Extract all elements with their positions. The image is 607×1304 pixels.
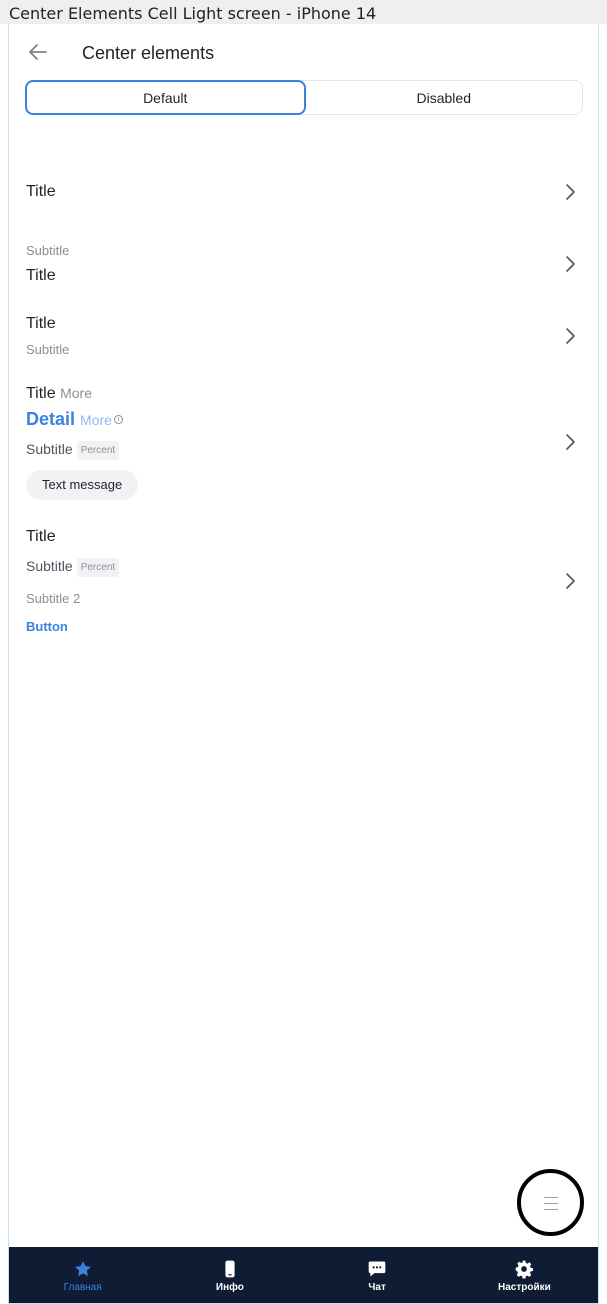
tab-label: Инфо <box>215 1282 244 1293</box>
cell-subtitle: Subtitle <box>26 342 70 357</box>
tab-label: Главная <box>63 1282 102 1293</box>
tab-label: Чат <box>368 1282 386 1293</box>
cell-action-button[interactable]: Button <box>26 619 68 634</box>
title-more-link[interactable]: More <box>60 385 92 401</box>
cell-subtitle: Subtitle <box>26 441 73 457</box>
device-screen: Center elements Default Disabled Title S… <box>8 24 599 1304</box>
chevron-right-icon <box>566 184 575 200</box>
chevron-right-icon <box>566 434 575 450</box>
tab-label: Настройки <box>497 1282 551 1293</box>
header: Center elements <box>9 24 598 80</box>
chat-icon <box>368 1261 386 1277</box>
cell-title: Title <box>26 183 56 200</box>
cell-subtitle-2: Subtitle 2 <box>26 591 81 606</box>
cell-with-button[interactable]: Title Subtitle Percent Subtitle 2 Button <box>9 518 598 648</box>
subtitle-row: Subtitle Percent <box>26 441 120 460</box>
cell-title: Title <box>26 528 56 545</box>
text-message-chip[interactable]: Text message <box>26 470 139 500</box>
cell-detail[interactable]: Title More Detail More i Subtitle Percent … <box>9 376 598 506</box>
frame-title: Center Elements Cell Light screen - iPho… <box>0 0 607 24</box>
cell-subtitle: Subtitle <box>26 243 70 258</box>
tab-chat[interactable]: Чат <box>304 1247 451 1303</box>
menu-icon <box>544 1197 558 1215</box>
tab-info[interactable]: Инфо <box>156 1247 303 1303</box>
chevron-right-icon <box>566 328 575 344</box>
cell-detail: Detail <box>26 409 76 429</box>
subtitle-row: Subtitle Percent <box>26 558 120 577</box>
detail-more-link[interactable]: More <box>80 412 112 428</box>
floating-menu-button[interactable] <box>517 1169 584 1236</box>
back-button[interactable] <box>26 40 50 64</box>
phone-icon <box>225 1260 235 1278</box>
arrow-left-icon <box>29 44 47 60</box>
gear-icon <box>516 1260 534 1279</box>
tab-bar: Главная Инфо Чат Настройки <box>9 1247 598 1303</box>
cell-title: Title <box>26 385 56 402</box>
cell-title: Title <box>26 315 56 332</box>
segmented-control: Default Disabled <box>25 80 583 115</box>
cell-title-subtitle[interactable]: Title Subtitle <box>9 304 598 364</box>
info-icon[interactable]: i <box>113 415 123 424</box>
cell-title-only[interactable]: Title <box>9 164 598 220</box>
star-icon <box>74 1261 91 1277</box>
chevron-right-icon <box>566 256 575 272</box>
detail-row: Detail More i <box>26 409 123 430</box>
percent-badge: Percent <box>76 441 120 460</box>
segment-disabled[interactable]: Disabled <box>306 81 583 114</box>
cell-title: Title <box>26 267 56 284</box>
cell-subtitle-title[interactable]: Subtitle Title <box>9 230 598 296</box>
segment-default[interactable]: Default <box>25 80 306 115</box>
tab-home[interactable]: Главная <box>9 1247 156 1303</box>
page-title: Center elements <box>82 43 215 63</box>
percent-badge: Percent <box>76 558 120 577</box>
tab-settings[interactable]: Настройки <box>451 1247 598 1303</box>
chevron-right-icon <box>566 573 575 589</box>
cell-subtitle: Subtitle <box>26 558 73 574</box>
cell-title-row: Title More <box>26 385 92 403</box>
